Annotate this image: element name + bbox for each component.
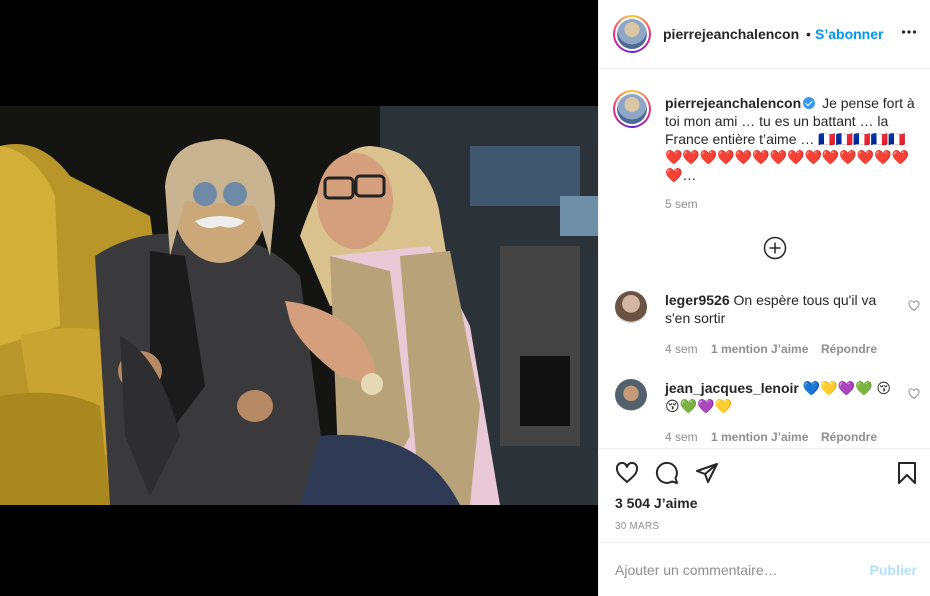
author-username[interactable]: pierrejeanchalencon	[663, 26, 799, 42]
reply-button[interactable]: Répondre	[821, 430, 877, 444]
comment-age[interactable]: 4 sem	[665, 430, 698, 444]
comment-icon[interactable]	[655, 461, 679, 485]
likes-count[interactable]: 3 504 J’aime	[615, 495, 698, 511]
comment-username[interactable]: jean_jacques_lenoir	[665, 380, 799, 396]
post-panel: pierrejeanchalencon • S’abonner pierreje…	[598, 0, 930, 596]
author-avatar[interactable]	[613, 15, 651, 53]
comment-likes[interactable]: 1 mention J’aime	[711, 430, 808, 444]
more-options-icon[interactable]	[901, 24, 917, 40]
comment-input[interactable]	[615, 560, 855, 580]
comment-composer: Publier	[599, 542, 930, 596]
comment: jean_jacques_lenoir 💙💛💜💚 😚😚💚💜💛	[665, 379, 893, 415]
commenter-avatar[interactable]	[615, 379, 647, 411]
comment: leger9526 On espère tous qu'il va s'en s…	[665, 291, 893, 327]
heart-icon[interactable]	[615, 461, 639, 485]
bookmark-icon[interactable]	[895, 461, 919, 485]
photo-illustration	[0, 106, 598, 505]
caption-age[interactable]: 5 sem	[665, 197, 698, 211]
commenter-avatar[interactable]	[615, 291, 647, 323]
caption-username[interactable]: pierrejeanchalencon	[665, 95, 801, 111]
post-caption: pierrejeanchalencon Je pense fort à toi …	[665, 94, 917, 184]
post-header: pierrejeanchalencon • S’abonner	[599, 0, 930, 69]
caption-avatar[interactable]	[613, 90, 651, 128]
post-photo[interactable]	[0, 106, 598, 505]
post-actions: 3 504 J’aime 30 MARS	[599, 448, 930, 542]
follow-button[interactable]: S’abonner	[815, 26, 883, 42]
post-date[interactable]: 30 MARS	[615, 521, 659, 532]
verified-badge-icon	[803, 97, 816, 109]
comment-username[interactable]: leger9526	[665, 292, 730, 308]
reply-button[interactable]: Répondre	[821, 342, 877, 356]
publish-button[interactable]: Publier	[870, 562, 917, 578]
header-separator: •	[806, 26, 811, 42]
post-media	[0, 0, 598, 596]
comment-age[interactable]: 4 sem	[665, 342, 698, 356]
comment-heart-icon[interactable]	[908, 388, 920, 400]
comment-likes[interactable]: 1 mention J’aime	[711, 342, 808, 356]
share-icon[interactable]	[695, 461, 719, 485]
comment-heart-icon[interactable]	[908, 300, 920, 312]
plus-circle-icon[interactable]	[763, 236, 787, 260]
